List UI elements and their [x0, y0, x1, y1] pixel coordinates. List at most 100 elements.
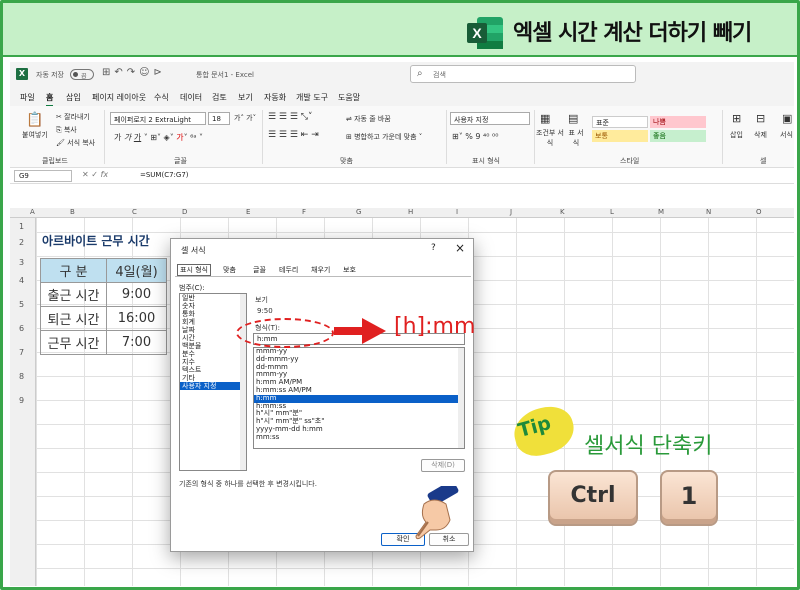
cut-button[interactable]: ✂ 잘라내기	[56, 112, 90, 122]
row-header[interactable]: 9	[19, 396, 24, 405]
font-name-select[interactable]: 페이퍼로지 2 ExtraLight	[110, 112, 206, 125]
menu-review[interactable]: 검토	[212, 92, 227, 103]
menu-formulas[interactable]: 수식	[154, 92, 169, 103]
category-scrollbar[interactable]	[240, 294, 246, 470]
col-header[interactable]: D	[182, 208, 187, 216]
copy-button[interactable]: ⎘ 복사	[56, 125, 77, 135]
menu-file[interactable]: 파일	[20, 92, 35, 103]
list-item[interactable]: 지수	[180, 358, 246, 366]
font-format-icons[interactable]: 가 가 가 ˅ ⊞˅ ◈˅ 가˅ ⁶ᵃ ˅	[114, 132, 203, 143]
menu-page-layout[interactable]: 페이지 레이아웃	[92, 92, 146, 103]
conditional-format-button[interactable]: 조건부 서식	[536, 128, 564, 148]
format-cells-icon[interactable]: ▣	[782, 112, 792, 125]
table-format-icon[interactable]: ▤	[568, 112, 578, 125]
list-item[interactable]: 일반	[180, 294, 246, 302]
row-header[interactable]: 2	[19, 238, 24, 247]
col-header[interactable]: L	[610, 208, 614, 216]
list-item[interactable]: 백분율	[180, 342, 246, 350]
merge-center-button[interactable]: ⊞ 병합하고 가운데 맞춤 ˅	[346, 132, 422, 142]
list-item[interactable]: 분수	[180, 350, 246, 358]
list-item[interactable]: 기타	[180, 374, 246, 382]
menu-help[interactable]: 도움말	[338, 92, 360, 103]
list-item-selected[interactable]: 사용자 지정	[180, 382, 246, 390]
style-bad[interactable]: 나쁨	[650, 116, 706, 128]
menu-data[interactable]: 데이터	[180, 92, 202, 103]
col-header[interactable]: B	[70, 208, 75, 216]
menu-view[interactable]: 보기	[238, 92, 253, 103]
row-header[interactable]: 1	[19, 222, 24, 231]
table-cell[interactable]: 16:00	[106, 306, 167, 331]
tab-number[interactable]: 표시 형식	[177, 264, 211, 276]
list-item[interactable]: mm:ss	[254, 433, 464, 442]
delete-format-button[interactable]: 삭제(D)	[421, 459, 465, 472]
insert-cells-icon[interactable]: ⊞	[732, 112, 741, 125]
col-header[interactable]: N	[706, 208, 711, 216]
paste-button[interactable]: 붙여넣기	[22, 130, 48, 140]
format-scrollbar[interactable]	[458, 348, 464, 448]
format-list[interactable]: mmm-yy dd-mmm-yy dd-mmm mmm-yy h:mm AM/P…	[253, 347, 465, 449]
menu-automate[interactable]: 자동화	[264, 92, 286, 103]
formula-input[interactable]: =SUM(C7:G7)	[140, 171, 189, 179]
number-format-icons[interactable]: ⊞˅ % 9 ⁴⁰ ⁰⁰	[452, 132, 498, 141]
font-grow-shrink-icons[interactable]: 가˄ 가˅	[234, 113, 256, 123]
list-item[interactable]: h:mm:ss AM/PM	[254, 386, 464, 395]
menu-insert[interactable]: 삽입	[66, 92, 81, 103]
list-item[interactable]: 통화	[180, 310, 246, 318]
delete-cells-icon[interactable]: ⊟	[756, 112, 765, 125]
conditional-format-icon[interactable]: ▦	[540, 112, 550, 125]
wrap-text-button[interactable]: ⇌ 자동 줄 바꿈	[346, 114, 391, 124]
align-top-icons[interactable]: ☰ ☰ ☰ ⤡˅	[268, 112, 313, 122]
style-normal[interactable]: 표준	[592, 116, 648, 128]
menu-home[interactable]: 홈	[46, 92, 54, 107]
col-header[interactable]: C	[132, 208, 137, 216]
close-icon[interactable]: ×	[455, 241, 465, 255]
name-box[interactable]: G9	[14, 170, 72, 182]
delete-cells-button[interactable]: 삭제	[754, 130, 767, 140]
style-good[interactable]: 좋음	[650, 130, 706, 142]
font-size-select[interactable]: 18	[208, 112, 230, 125]
table-cell[interactable]: 근무 시간	[40, 330, 107, 355]
format-painter-button[interactable]: 🖌 서식 복사	[56, 138, 95, 148]
tab-protection[interactable]: 보호	[343, 265, 356, 275]
tab-alignment[interactable]: 맞춤	[223, 265, 236, 275]
tab-font[interactable]: 글꼴	[253, 265, 266, 275]
table-format-button[interactable]: 표 서식	[566, 128, 586, 148]
table-cell[interactable]: 7:00	[106, 330, 167, 355]
row-header[interactable]: 7	[19, 348, 24, 357]
insert-cells-button[interactable]: 삽입	[730, 130, 743, 140]
col-header[interactable]: K	[560, 208, 565, 216]
paste-icon[interactable]: 📋	[26, 112, 43, 128]
format-cells-button[interactable]: 서식	[780, 130, 793, 140]
row-header[interactable]: 5	[19, 300, 24, 309]
align-horizontal-icons[interactable]: ☰ ☰ ☰ ⇤ ⇥	[268, 130, 319, 140]
number-format-select[interactable]: 사용자 지정	[450, 112, 530, 125]
table-cell[interactable]: 출근 시간	[40, 282, 107, 307]
col-header[interactable]: F	[302, 208, 306, 216]
col-header[interactable]: H	[408, 208, 413, 216]
col-header[interactable]: O	[756, 208, 762, 216]
table-cell[interactable]: 9:00	[106, 282, 167, 307]
row-header[interactable]: 4	[19, 276, 24, 285]
col-header[interactable]: J	[510, 208, 512, 216]
menu-developer[interactable]: 개발 도구	[296, 92, 328, 103]
list-item[interactable]: 회계	[180, 318, 246, 326]
autosave-toggle[interactable]: 끔	[70, 69, 94, 80]
table-cell[interactable]: 4일(월)	[106, 258, 167, 283]
tab-border[interactable]: 테두리	[279, 265, 298, 275]
row-header[interactable]: 8	[19, 372, 24, 381]
quick-access-icons[interactable]: ⊞↶↷☺⊳	[102, 67, 166, 78]
list-item[interactable]: 숫자	[180, 302, 246, 310]
tab-fill[interactable]: 채우기	[311, 265, 330, 275]
style-neutral[interactable]: 보통	[592, 130, 648, 142]
help-icon[interactable]: ?	[431, 243, 436, 253]
col-header[interactable]: A	[30, 208, 35, 216]
list-item[interactable]: 텍스트	[180, 366, 246, 374]
category-list[interactable]: 일반 숫자 통화 회계 날짜 시간 백분율 분수 지수 텍스트 기타 사용자 지…	[179, 293, 247, 471]
col-header[interactable]: M	[658, 208, 664, 216]
row-header[interactable]: 3	[19, 258, 24, 267]
col-header[interactable]: I	[456, 208, 458, 216]
col-header[interactable]: G	[356, 208, 361, 216]
table-cell[interactable]: 구 분	[40, 258, 107, 283]
col-header[interactable]: E	[246, 208, 250, 216]
table-cell[interactable]: 퇴근 시간	[40, 306, 107, 331]
